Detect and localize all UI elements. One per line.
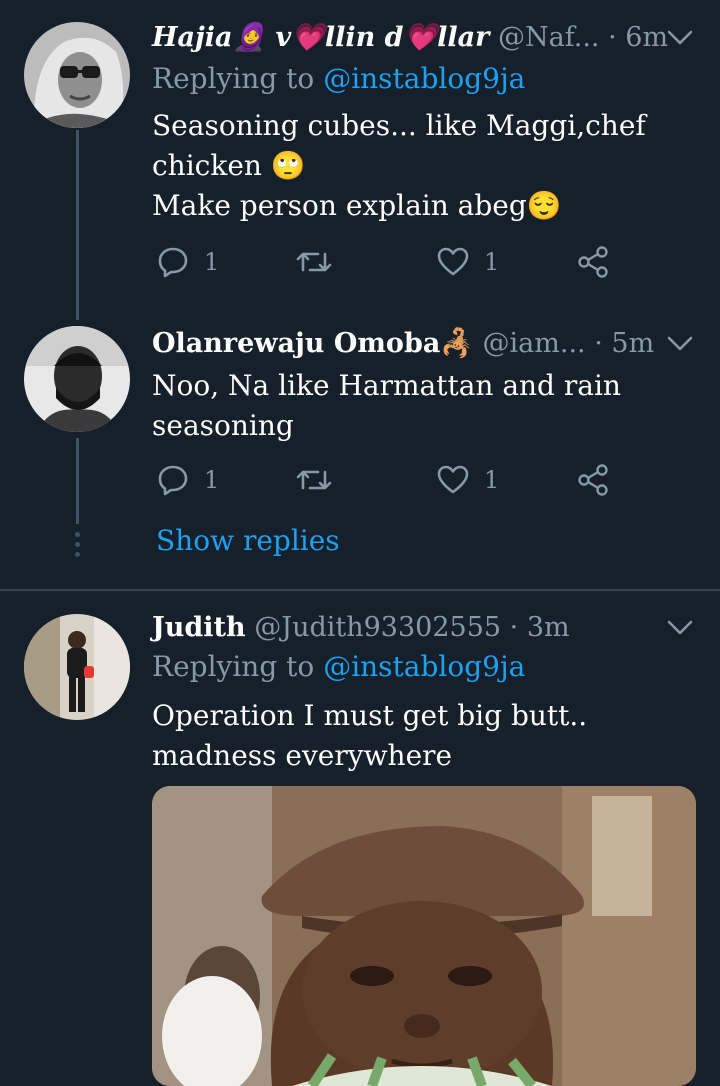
heart-icon bbox=[436, 245, 470, 279]
like-count: 1 bbox=[484, 248, 500, 276]
tweet-media-image[interactable] bbox=[152, 786, 696, 1086]
reply-button[interactable]: 1 bbox=[156, 460, 219, 500]
tweet-text-line: seasoning bbox=[152, 409, 294, 442]
share-icon bbox=[576, 245, 610, 279]
reply-count: 1 bbox=[204, 248, 220, 276]
display-name[interactable]: Olanrewaju Omoba🦂 bbox=[152, 328, 474, 359]
user-handle[interactable]: @Naf... bbox=[498, 22, 600, 53]
replying-to: Replying to @instablog9ja bbox=[152, 62, 525, 95]
reply-button[interactable]: 1 bbox=[156, 242, 219, 282]
chevron-down-icon[interactable] bbox=[660, 608, 700, 648]
display-name[interactable]: Hajia🧕 v💗llin d💗llar bbox=[152, 22, 489, 53]
tweet-text-line: Operation I must get big butt.. bbox=[152, 699, 588, 732]
tweet-text-line: Seasoning cubes... like Maggi,chef bbox=[152, 109, 646, 142]
tweet-text-line: madness everywhere bbox=[152, 739, 453, 772]
thread-line bbox=[76, 130, 79, 320]
reply-count: 1 bbox=[204, 466, 220, 494]
like-button[interactable]: 1 bbox=[436, 242, 499, 282]
thread-line bbox=[76, 438, 79, 524]
divider bbox=[0, 589, 720, 591]
avatar[interactable] bbox=[24, 326, 130, 432]
timestamp[interactable]: 3m bbox=[527, 612, 570, 643]
tweet-actions: 1 1 bbox=[152, 242, 632, 282]
tweet-text-line: Noo, Na like Harmattan and rain bbox=[152, 369, 621, 402]
retweet-button[interactable] bbox=[294, 242, 348, 282]
tweet-header: Hajia🧕 v💗llin d💗llar @Naf... · 6m bbox=[152, 18, 700, 58]
like-count: 1 bbox=[484, 466, 500, 494]
replying-to: Replying to @instablog9ja bbox=[152, 650, 525, 683]
like-button[interactable]: 1 bbox=[436, 460, 499, 500]
tweet-text: Seasoning cubes... like Maggi,chef chick… bbox=[152, 106, 690, 226]
reply-icon bbox=[156, 245, 190, 279]
tweet-text-line: chicken 🙄 bbox=[152, 149, 306, 182]
avatar[interactable] bbox=[24, 614, 130, 720]
heart-icon bbox=[436, 463, 470, 497]
share-button[interactable] bbox=[576, 242, 610, 282]
replying-to-label: Replying to bbox=[152, 62, 315, 95]
tweet-text: Operation I must get big butt.. madness … bbox=[152, 696, 690, 776]
tweet-header: Judith @Judith93302555 · 3m bbox=[152, 608, 700, 648]
tweet-2[interactable]: Olanrewaju Omoba🦂 @iam... · 5m Noo, Na l… bbox=[0, 310, 720, 580]
separator-dot: · bbox=[608, 22, 617, 53]
share-icon bbox=[576, 463, 610, 497]
separator-dot: · bbox=[509, 612, 519, 643]
tweet-text-line: Make person explain abeg😌 bbox=[152, 189, 562, 222]
replying-to-handle[interactable]: @instablog9ja bbox=[323, 650, 525, 683]
user-handle[interactable]: @iam... bbox=[483, 328, 586, 359]
chevron-down-icon[interactable] bbox=[660, 324, 700, 364]
replying-to-label: Replying to bbox=[152, 650, 315, 683]
user-handle[interactable]: @Judith93302555 bbox=[254, 612, 501, 643]
thread-dots bbox=[75, 532, 80, 557]
show-replies-link[interactable]: Show replies bbox=[156, 524, 340, 557]
display-name[interactable]: Judith bbox=[152, 612, 246, 643]
retweet-icon bbox=[294, 463, 334, 497]
tweet-actions: 1 1 bbox=[152, 460, 632, 500]
avatar[interactable] bbox=[24, 22, 130, 128]
share-button[interactable] bbox=[576, 460, 610, 500]
separator-dot: · bbox=[594, 328, 603, 359]
reply-icon bbox=[156, 463, 190, 497]
tweet-1[interactable]: Hajia🧕 v💗llin d💗llar @Naf... · 6m Replyi… bbox=[0, 0, 720, 320]
timestamp[interactable]: 5m bbox=[611, 328, 654, 359]
tweet-header: Olanrewaju Omoba🦂 @iam... · 5m bbox=[152, 324, 700, 364]
tweet-text: Noo, Na like Harmattan and rain seasonin… bbox=[152, 366, 690, 446]
replying-to-handle[interactable]: @instablog9ja bbox=[323, 62, 525, 95]
retweet-icon bbox=[294, 245, 334, 279]
chevron-down-icon[interactable] bbox=[660, 18, 700, 58]
retweet-button[interactable] bbox=[294, 460, 348, 500]
